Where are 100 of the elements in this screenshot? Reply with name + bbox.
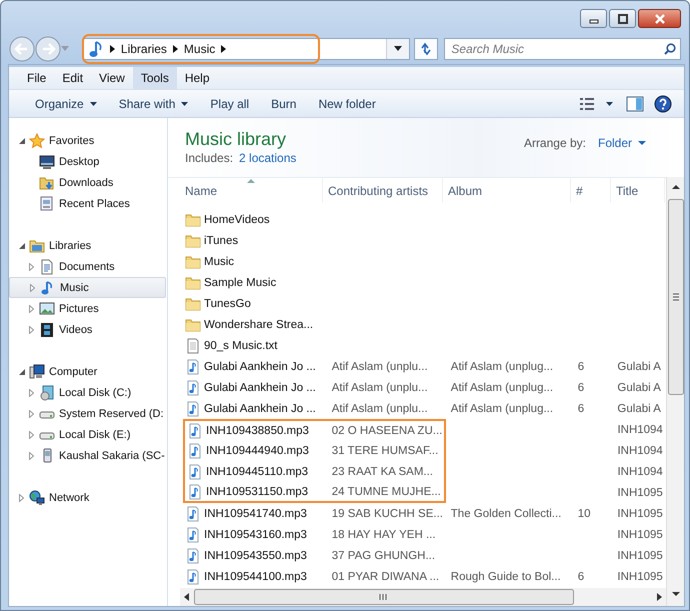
expanded-arrow-icon[interactable]: [18, 368, 24, 374]
audio-file-icon: [187, 422, 203, 438]
chevron-icon[interactable]: [172, 44, 178, 52]
collapsed-arrow-icon[interactable]: [29, 452, 34, 460]
collapsed-arrow-icon[interactable]: [19, 494, 24, 502]
table-cell-text: INH1095: [616, 506, 664, 522]
help-button[interactable]: [654, 94, 672, 112]
file-name[interactable]: Music: [183, 251, 327, 272]
chevron-icon[interactable]: [110, 44, 115, 52]
nav-item[interactable]: Documents: [9, 256, 166, 277]
file-name[interactable]: 90_s Music.txt: [183, 335, 327, 356]
file-name[interactable]: Gulabi Aankhein Jo ...: [183, 377, 327, 398]
breadcrumb[interactable]: Music: [184, 42, 216, 56]
nav-item[interactable]: Network: [9, 487, 166, 508]
chevron-icon[interactable]: [221, 44, 226, 52]
dropdown-caret-icon[interactable]: [394, 46, 402, 51]
menu-item[interactable]: Help: [176, 67, 218, 89]
collapsed-arrow-icon[interactable]: [29, 326, 34, 334]
nav-item[interactable]: Kaushal Sakaria (SC-: [9, 445, 166, 466]
nav-item[interactable]: Music: [9, 277, 166, 298]
nav-item[interactable]: Local Disk (E:): [9, 424, 166, 445]
forward-button[interactable]: [35, 36, 61, 62]
collapsed-arrow-icon[interactable]: [30, 284, 35, 292]
nav-item[interactable]: Pictures: [9, 298, 166, 319]
expanded-arrow-icon[interactable]: [18, 242, 24, 248]
nav-item[interactable]: Downloads: [9, 172, 166, 193]
folder-icon: [185, 212, 201, 228]
library-title: Music library: [185, 128, 288, 150]
file-name[interactable]: iTunes: [183, 230, 327, 251]
vertical-scrollbar[interactable]: [666, 177, 684, 606]
audio-file-icon: [187, 442, 203, 458]
nav-item[interactable]: Recent Places: [9, 193, 166, 214]
maximize-button[interactable]: [609, 9, 636, 28]
file-name[interactable]: TunesGo: [183, 293, 327, 314]
toolbar-button[interactable]: Burn: [260, 92, 308, 114]
audio-file-icon: [185, 548, 201, 564]
scrollbar-thumb[interactable]: [668, 199, 684, 395]
column-header[interactable]: #: [571, 178, 611, 203]
file-name[interactable]: INH109543550.mp3: [183, 545, 327, 566]
file-name[interactable]: INH109541740.mp3: [183, 503, 327, 524]
file-name[interactable]: INH109445110.mp3: [183, 461, 327, 482]
nav-item[interactable]: Computer: [9, 361, 166, 382]
collapsed-arrow-icon[interactable]: [29, 430, 34, 438]
menu-item[interactable]: Tools: [132, 67, 177, 89]
refresh-button[interactable]: [414, 38, 438, 60]
file-name[interactable]: Gulabi Aankhein Jo ...: [183, 398, 327, 419]
caret-icon: [638, 141, 646, 145]
file-name[interactable]: INH109543160.mp3: [183, 524, 327, 545]
menu-item[interactable]: Edit: [54, 67, 92, 89]
column-header[interactable]: Title: [611, 178, 665, 203]
search-field[interactable]: Search Music: [449, 40, 664, 56]
close-button[interactable]: [638, 9, 681, 28]
file-name[interactable]: INH109444940.mp3: [183, 440, 327, 461]
menu-item[interactable]: File: [19, 67, 54, 89]
collapsed-arrow-icon[interactable]: [29, 388, 34, 396]
library-icon: [29, 238, 45, 254]
nav-item[interactable]: Videos: [9, 319, 166, 340]
file-name[interactable]: Gulabi Aankhein Jo ...: [183, 356, 327, 377]
column-header[interactable]: Name: [180, 178, 323, 203]
search-box[interactable]: Search Music: [444, 38, 681, 60]
horizontal-scrollbar[interactable]: [180, 588, 666, 606]
preview-pane-button[interactable]: [626, 96, 644, 112]
nav-item[interactable]: Favorites: [9, 130, 166, 151]
table-cell-text: The Golden Collecti...: [450, 506, 562, 522]
locations-link[interactable]: 2 locations: [239, 151, 296, 165]
table-cell-text: 6: [576, 402, 586, 416]
maximize-icon: [616, 14, 628, 24]
back-button[interactable]: [9, 36, 35, 62]
toolbar-button[interactable]: New folder: [307, 92, 387, 114]
nav-item[interactable]: System Reserved (D:: [9, 403, 166, 424]
file-name[interactable]: HomeVideos: [183, 209, 327, 230]
toolbar-button[interactable]: Play all: [199, 92, 260, 114]
sort-arrow-icon: [247, 179, 255, 183]
nav-item[interactable]: Local Disk (C:): [9, 382, 166, 403]
file-name[interactable]: Sample Music: [183, 272, 327, 293]
folder-icon: [185, 254, 201, 270]
column-header[interactable]: Contributing artists: [323, 178, 443, 203]
breadcrumb[interactable]: Libraries: [120, 42, 167, 56]
file-name[interactable]: INH109438850.mp3: [183, 419, 327, 440]
text-file-icon: [185, 338, 201, 354]
file-name[interactable]: Wondershare Strea...: [183, 314, 327, 335]
expanded-arrow-icon[interactable]: [18, 138, 24, 144]
arrange-dropdown[interactable]: Folder: [598, 136, 646, 150]
scrollbar-thumb[interactable]: [194, 589, 574, 605]
audio-file-icon: [187, 484, 203, 500]
menu-item[interactable]: View: [91, 67, 133, 89]
view-options-button[interactable]: [580, 96, 616, 110]
nav-item[interactable]: Libraries: [9, 235, 166, 256]
table-cell-text: Atif Aslam (unplu...: [330, 380, 429, 396]
file-name[interactable]: INH109531150.mp3: [183, 482, 327, 503]
table-cell-text: Rough Guide to Bol...: [450, 570, 562, 584]
collapsed-arrow-icon[interactable]: [29, 262, 34, 270]
nav-item[interactable]: Desktop: [9, 151, 166, 172]
column-header[interactable]: Album: [443, 178, 571, 203]
collapsed-arrow-icon[interactable]: [29, 304, 34, 312]
toolbar-button[interactable]: Share with: [108, 92, 200, 114]
minimize-button[interactable]: [580, 9, 607, 28]
toolbar-button[interactable]: Organize: [24, 92, 108, 114]
collapsed-arrow-icon[interactable]: [29, 410, 34, 418]
file-name[interactable]: INH109544100.mp3: [183, 566, 327, 587]
